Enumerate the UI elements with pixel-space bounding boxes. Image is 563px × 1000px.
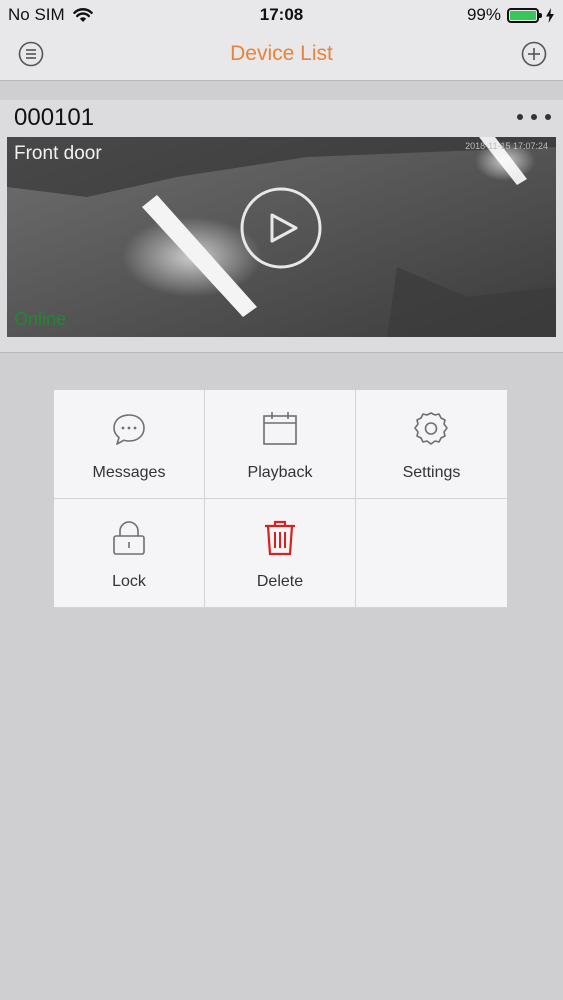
messages-label: Messages <box>92 464 166 481</box>
more-dot <box>517 114 523 120</box>
page-title: Device List <box>230 42 333 65</box>
camera-timestamp: 2018-11-15 17:07:24 <box>465 141 548 151</box>
lock-button[interactable]: Lock <box>54 499 204 607</box>
trash-icon <box>265 520 295 556</box>
gear-icon <box>414 412 448 445</box>
camera-name: Front door <box>14 143 102 164</box>
more-dot <box>545 114 551 120</box>
battery-level-fill <box>510 10 536 20</box>
lock-icon <box>113 521 145 555</box>
calendar-icon <box>263 412 297 445</box>
device-action-menu: Messages Playback Settings Lock Delete <box>54 390 507 608</box>
play-icon[interactable] <box>240 187 322 269</box>
status-bar: No SIM 17:08 99% <box>0 0 563 28</box>
battery-percent: 99% <box>466 5 501 24</box>
nav-bar: Device List <box>0 28 563 81</box>
settings-label: Settings <box>402 464 461 481</box>
add-plus-icon[interactable] <box>521 41 547 67</box>
camera-preview[interactable]: Front door 2018-11-15 17:07:24 Online <box>7 137 556 337</box>
device-id: 000101 <box>14 104 95 131</box>
device-status: Online <box>14 309 67 329</box>
charging-bolt-icon <box>546 7 554 23</box>
status-right: 99% <box>467 5 555 25</box>
delete-button[interactable]: Delete <box>205 499 355 607</box>
playback-label: Playback <box>247 464 313 481</box>
chat-bubble-icon <box>113 414 145 445</box>
empty-cell <box>356 499 507 607</box>
more-dots-icon[interactable] <box>517 114 551 124</box>
messages-button[interactable]: Messages <box>54 390 204 498</box>
device-card[interactable]: 000101 Front door 2018-11-15 17:07:24 On… <box>0 100 563 353</box>
lock-label: Lock <box>112 573 146 590</box>
playback-button[interactable]: Playback <box>205 390 355 498</box>
more-dot <box>531 114 537 120</box>
delete-label: Delete <box>256 573 304 590</box>
settings-button[interactable]: Settings <box>356 390 507 498</box>
battery-icon <box>507 7 542 23</box>
